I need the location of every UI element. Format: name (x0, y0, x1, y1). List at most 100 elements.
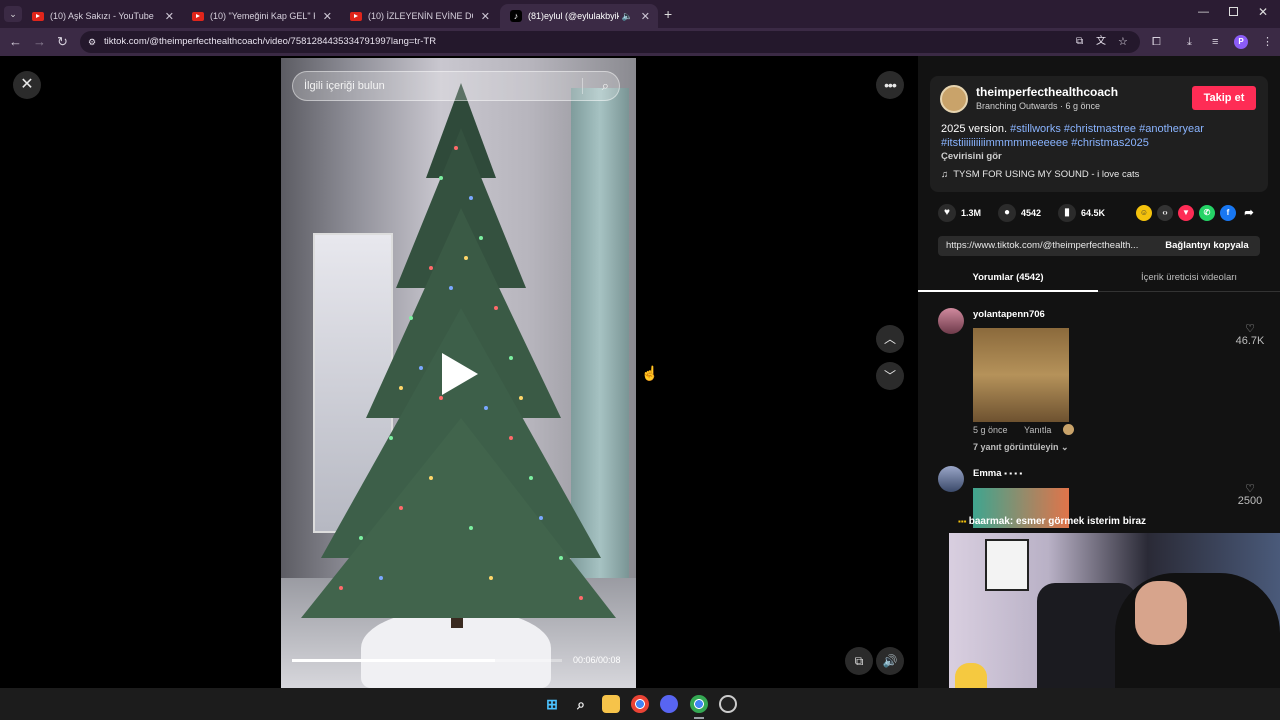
url-text: tiktok.com/@theimperfecthealthcoach/vide… (104, 36, 437, 47)
reading-list-icon[interactable]: ≡ (1212, 34, 1218, 50)
tab-close-icon[interactable]: ✕ (157, 10, 182, 23)
extensions-icon[interactable]: ⧠ (1152, 34, 1161, 50)
download-icon[interactable]: ⤓ (1187, 34, 1192, 50)
commenter-avatar[interactable] (938, 466, 964, 492)
hashtag[interactable]: #christmastree (1064, 123, 1136, 135)
mouse-cursor: ☝ (641, 365, 659, 381)
menu-kebab-icon[interactable]: ⋮ (1262, 34, 1273, 50)
like-button[interactable]: ♥ 1.3M (938, 204, 981, 222)
obs-icon[interactable] (719, 695, 737, 713)
hashtag[interactable]: #itstiiiiiiiiiimmmmmeeeeee (941, 137, 1068, 149)
close-icon[interactable]: ✕ (13, 71, 41, 99)
friends-share-icon[interactable]: ☺ (1136, 205, 1152, 221)
reply-button[interactable]: Yanıtla (1024, 425, 1051, 435)
search-input[interactable]: İlgili içeriği bulun ⌕ (292, 71, 620, 101)
search-icon[interactable]: ⌕ (602, 72, 609, 100)
comment-gif-image[interactable] (973, 328, 1069, 422)
comment-like-count: 2500 (1237, 495, 1263, 507)
post-subtitle: Branching Outwards · 6 g önce (976, 101, 1101, 111)
share-arrow-icon[interactable]: ➦ (1241, 205, 1257, 221)
video-time: 00:06/00:08 (573, 655, 621, 665)
play-icon[interactable] (442, 353, 478, 395)
address-bar[interactable]: ⚙ tiktok.com/@theimperfecthealthcoach/vi… (80, 31, 1140, 53)
post-info-card: theimperfecthealthcoach Branching Outwar… (930, 76, 1268, 192)
emoji-icons: ▪ ▪ ▪ ▪ (1004, 469, 1023, 478)
action-bar: ♥ 1.3M ● 4542 ▮ 64.5K ☺ ‹› ▼ ✆ f ➦ (938, 204, 1258, 224)
cast-icon[interactable]: ⧉ (1076, 31, 1083, 53)
tab-close-icon[interactable]: ✕ (315, 10, 340, 23)
bookmark-star-icon[interactable]: ☆ (1118, 31, 1128, 53)
back-icon[interactable]: ← (9, 34, 22, 50)
browser-tab-3[interactable]: (10) İZLEYENİN EVİNE DÖŞEYEN ✕ (340, 4, 498, 28)
profile-avatar[interactable]: P (1234, 35, 1248, 49)
tab-creator-videos[interactable]: İçerik üreticisi videoları (1098, 264, 1280, 292)
heart-icon: ♥ (938, 204, 956, 222)
save-count: 64.5K (1081, 208, 1106, 218)
next-video-icon[interactable]: ﹀ (876, 362, 904, 390)
video-player[interactable]: İlgili içeriği bulun ⌕ 00:06/00:08 (281, 58, 636, 688)
music-link[interactable]: ♫ TYSM FOR USING MY SOUND - i love cats (941, 169, 1139, 180)
comment-like-button[interactable]: ♡ 46.7K (1230, 322, 1270, 347)
browser-tab-4[interactable]: ♪ (81)eylul (@eylulakbyik) | T 🔈 ✕ (500, 4, 658, 28)
send-icon[interactable]: ▼ (1178, 205, 1194, 221)
tab-search-button[interactable]: ⌄ (4, 6, 22, 22)
view-replies-text: 7 yanıt görüntüleyin (973, 442, 1059, 452)
more-options-icon[interactable]: ••• (876, 71, 904, 99)
tab-title: (10) İZLEYENİN EVİNE DÖŞEYEN (368, 11, 473, 21)
hashtag[interactable]: #anotheryear (1139, 123, 1204, 135)
facebook-icon[interactable]: f (1220, 205, 1236, 221)
follow-button[interactable]: Takip et (1192, 86, 1256, 110)
browser-tab-2[interactable]: (10) "Yemeğini Kap GEL" Kick & ✕ (182, 4, 340, 28)
file-explorer-icon[interactable] (602, 695, 620, 713)
hashtag[interactable]: #christmas2025 (1071, 137, 1149, 149)
whatsapp-icon[interactable]: ✆ (1199, 205, 1215, 221)
tab-comments[interactable]: Yorumlar (4542) (918, 264, 1098, 292)
comment-like-button[interactable]: ♡ 2500 (1230, 482, 1270, 507)
minimize-icon[interactable]: — (1198, 6, 1209, 18)
commenter-username[interactable]: Emma ▪ ▪ ▪ ▪ (973, 468, 1022, 479)
commenter-name: Emma (973, 468, 1002, 479)
chrome-icon[interactable] (631, 695, 649, 713)
reload-icon[interactable]: ↻ (57, 34, 68, 50)
copy-link-button[interactable]: Bağlantıyı kopyala (1154, 236, 1260, 256)
taskbar: ⊞ ⌕ (0, 688, 1280, 720)
creator-username[interactable]: theimperfecthealthcoach (976, 85, 1118, 99)
save-button[interactable]: ▮ 64.5K (1058, 204, 1105, 222)
chat-overlay-message: ▪▪▪ baarmak: esmer görmek isterim biraz (958, 516, 1146, 527)
previous-video-icon[interactable]: ︿ (876, 325, 904, 353)
creator-liked-avatar (1063, 424, 1074, 435)
forward-icon[interactable]: → (33, 34, 46, 50)
tab-title: (10) "Yemeğini Kap GEL" Kick & (210, 11, 315, 21)
floating-player-icon[interactable]: ⧉ (845, 647, 873, 675)
tab-close-icon[interactable]: ✕ (633, 10, 658, 23)
view-replies-link[interactable]: 7 yanıt görüntüleyin ⌄ (973, 442, 1069, 453)
browser-tab-1[interactable]: (10) Aşk Sakızı - YouTube ✕ (22, 4, 182, 28)
panel-tabs: Yorumlar (4542) İçerik üreticisi videola… (918, 264, 1280, 292)
creator-avatar[interactable] (940, 85, 968, 113)
youtube-icon (32, 11, 44, 21)
progress-bar[interactable] (292, 659, 562, 662)
translate-icon[interactable]: 文 (1096, 31, 1106, 53)
speaker-icon[interactable]: 🔈 (619, 11, 633, 22)
window-close-icon[interactable]: ✕ (1258, 5, 1268, 19)
commenter-avatar[interactable] (938, 308, 964, 334)
restore-icon[interactable] (1229, 7, 1238, 16)
discord-icon[interactable] (660, 695, 678, 713)
hashtag[interactable]: #stillworks (1010, 123, 1061, 135)
tab-title: (10) Aşk Sakızı - YouTube (50, 11, 154, 21)
commenter-username[interactable]: yolantapenn706 (973, 309, 1045, 320)
embed-icon[interactable]: ‹› (1157, 205, 1173, 221)
windows-start-icon[interactable]: ⊞ (543, 695, 561, 713)
volume-icon[interactable]: 🔊 (876, 647, 904, 675)
new-tab-button[interactable]: + (664, 6, 672, 22)
description-text: 2025 version. (941, 123, 1011, 135)
chrome-icon[interactable] (690, 695, 708, 713)
browser-toolbar: ← → ↻ ⚙ tiktok.com/@theimperfecthealthco… (0, 28, 1280, 56)
translate-link[interactable]: Çevirisini gör (941, 151, 1002, 162)
site-info-icon[interactable]: ⚙ (88, 31, 96, 53)
active-app-indicator (694, 717, 704, 719)
video-link[interactable]: https://www.tiktok.com/@theimperfectheal… (946, 236, 1150, 256)
search-icon[interactable]: ⌕ (572, 695, 590, 713)
comment-button[interactable]: ● 4542 (998, 204, 1041, 222)
tab-close-icon[interactable]: ✕ (473, 10, 498, 23)
